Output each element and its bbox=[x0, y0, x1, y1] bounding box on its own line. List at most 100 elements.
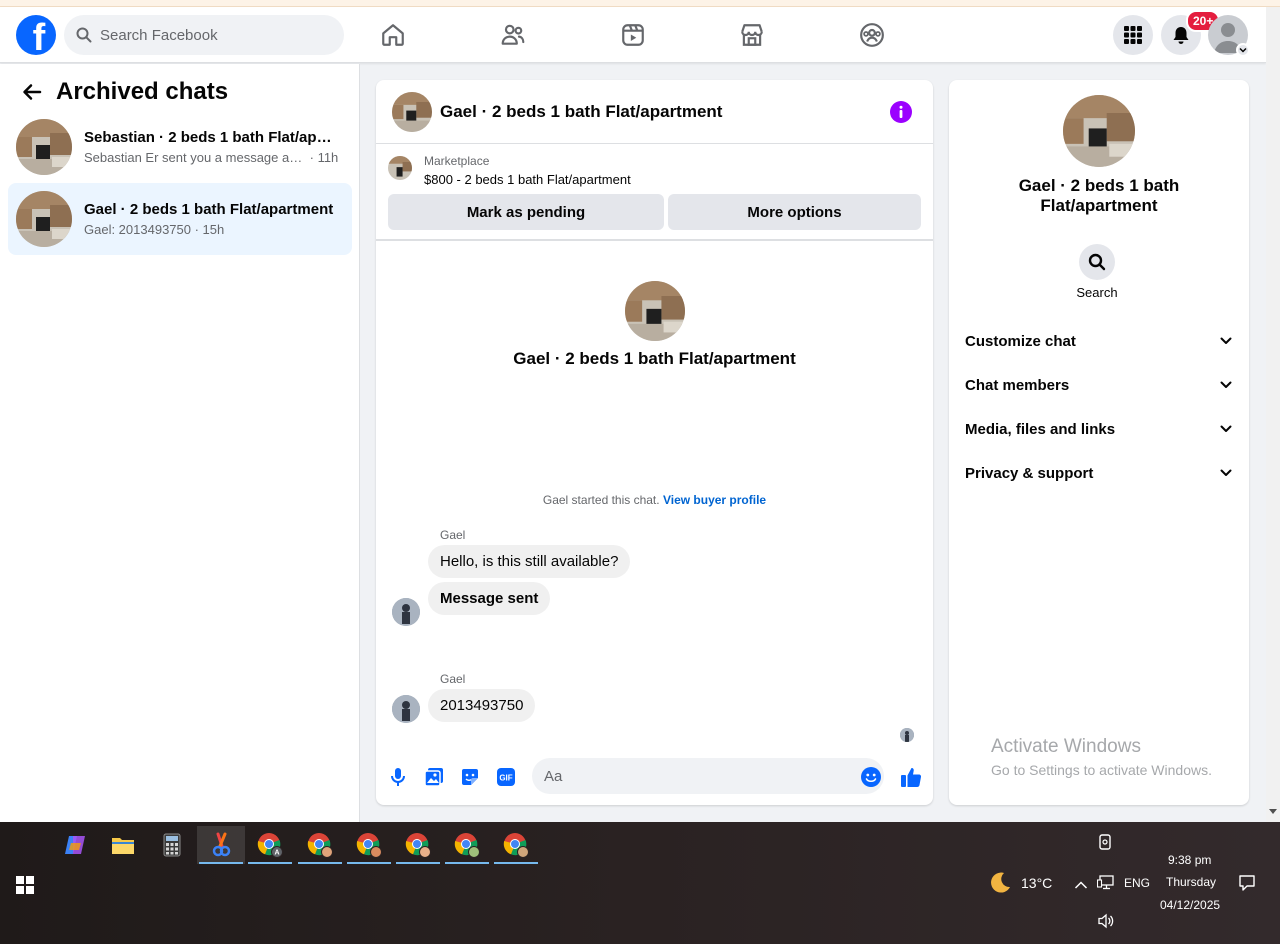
conversation-avatar[interactable] bbox=[392, 91, 432, 132]
menu-grid-button[interactable] bbox=[1113, 15, 1153, 55]
browser-top-strip bbox=[0, 0, 1280, 7]
calculator-icon[interactable] bbox=[148, 826, 196, 864]
windows-taskbar: A 13°C ENG 9:38 pm Thursday 04/12/2025 bbox=[0, 822, 1280, 944]
listing-price[interactable]: $800 - 2 beds 1 bath Flat/apartment bbox=[424, 172, 631, 187]
search-box[interactable]: Search Facebook bbox=[64, 15, 344, 55]
info-icon[interactable] bbox=[890, 101, 912, 123]
chrome-profile-6-icon[interactable] bbox=[492, 826, 540, 864]
message-bubble[interactable]: Hello, is this still available? bbox=[428, 545, 631, 578]
mark-pending-button[interactable]: Mark as pending bbox=[388, 194, 664, 230]
emoji-icon[interactable] bbox=[860, 766, 882, 788]
gif-icon[interactable]: GIF bbox=[495, 766, 517, 788]
svg-text:A: A bbox=[274, 850, 279, 857]
message-bubble[interactable]: 2013493750 bbox=[428, 689, 536, 722]
section-label: Privacy & support bbox=[965, 464, 1094, 482]
customize-chat-section[interactable]: Customize chat bbox=[957, 321, 1241, 361]
back-button[interactable] bbox=[16, 76, 48, 108]
chat-item-gael[interactable]: Gael · 2 beds 1 bath Flat/apartment Gael… bbox=[8, 183, 352, 255]
sender-avatar[interactable] bbox=[392, 598, 420, 626]
video-icon[interactable] bbox=[617, 19, 649, 51]
intro-avatar bbox=[625, 281, 685, 341]
chrome-profile-4-icon[interactable] bbox=[394, 826, 442, 864]
facebook-logo[interactable]: f bbox=[16, 15, 56, 55]
details-title: Gael · 2 beds 1 bath Flat/apartment bbox=[1018, 176, 1180, 215]
chevron-down-icon[interactable] bbox=[1236, 43, 1250, 57]
media-files-links-section[interactable]: Media, files and links bbox=[957, 409, 1241, 449]
details-avatar bbox=[1063, 95, 1135, 167]
chrome-profile-1-icon[interactable]: A bbox=[246, 826, 294, 864]
clock-day[interactable]: Thursday bbox=[1166, 875, 1216, 889]
sticker-icon[interactable] bbox=[459, 766, 481, 788]
meet-now-icon[interactable] bbox=[1097, 834, 1115, 855]
chevron-up-icon[interactable] bbox=[1074, 877, 1088, 895]
network-icon[interactable] bbox=[1096, 874, 1115, 895]
file-explorer-icon[interactable] bbox=[99, 826, 147, 864]
home-icon[interactable] bbox=[377, 19, 409, 51]
chat-title: Sebastian · 2 beds 1 bath Flat/apartment bbox=[84, 129, 339, 146]
details-search-label: Search bbox=[1076, 285, 1118, 300]
started-text: Gael started this chat. bbox=[542, 493, 660, 507]
chevron-down-icon bbox=[1220, 381, 1232, 388]
conversation-panel: Gael · 2 beds 1 bath Flat/apartment Mark… bbox=[376, 80, 933, 805]
chrome-profile-3-icon[interactable] bbox=[345, 826, 393, 864]
conversation-title[interactable]: Gael · 2 beds 1 bath Flat/apartment bbox=[440, 102, 722, 122]
search-icon bbox=[1088, 253, 1106, 271]
top-navbar: f Search Facebook 20+ bbox=[0, 7, 1266, 63]
like-thumb-icon[interactable] bbox=[899, 766, 923, 788]
page-title: Archived chats bbox=[56, 78, 229, 105]
chat-item-sebastian[interactable]: Sebastian · 2 beds 1 bath Flat/apartment… bbox=[8, 111, 352, 183]
message-sender: Gael bbox=[440, 528, 466, 542]
listing-thumbnail bbox=[16, 191, 72, 247]
chat-snippet: Gael: 2013493750 bbox=[84, 222, 191, 237]
message-composer: GIF bbox=[376, 756, 933, 798]
friends-icon[interactable] bbox=[497, 19, 529, 51]
archived-chats-sidebar: Archived chats Sebastian · 2 beds 1 bath… bbox=[0, 64, 360, 822]
volume-icon[interactable] bbox=[1097, 913, 1115, 934]
message-sender: Gael bbox=[440, 672, 466, 686]
chevron-down-icon bbox=[1220, 469, 1232, 476]
message-input[interactable] bbox=[532, 758, 884, 794]
view-buyer-profile-link[interactable]: View buyer profile bbox=[663, 493, 766, 507]
chat-members-section[interactable]: Chat members bbox=[957, 365, 1241, 405]
clock-time[interactable]: 9:38 pm bbox=[1168, 853, 1211, 867]
details-search-button[interactable] bbox=[1079, 244, 1115, 280]
grid-icon bbox=[1124, 26, 1142, 44]
photo-icon[interactable] bbox=[423, 766, 445, 788]
section-label: Media, files and links bbox=[965, 420, 1116, 438]
listing-thumbnail bbox=[16, 119, 72, 175]
intro-title: Gael · 2 beds 1 bath Flat/apartment bbox=[513, 349, 796, 368]
chrome-profile-5-icon[interactable] bbox=[443, 826, 491, 864]
listing-thumbnail bbox=[388, 156, 412, 180]
copilot-icon[interactable] bbox=[51, 826, 99, 864]
chat-details-panel: Gael · 2 beds 1 bath Flat/apartment Sear… bbox=[949, 80, 1249, 805]
page-scrollbar[interactable] bbox=[1266, 7, 1280, 822]
svg-text:GIF: GIF bbox=[499, 774, 512, 783]
chat-time: 11h bbox=[317, 150, 339, 165]
search-icon bbox=[76, 27, 92, 43]
groups-icon[interactable] bbox=[856, 19, 888, 51]
language-indicator[interactable]: ENG bbox=[1124, 876, 1150, 890]
chrome-profile-2-icon[interactable] bbox=[296, 826, 344, 864]
microphone-icon[interactable] bbox=[387, 766, 409, 788]
sidebar-header: Archived chats bbox=[16, 76, 228, 108]
weather-temp[interactable]: 13°C bbox=[1021, 875, 1052, 891]
marketplace-bar: Marketplace $800 - 2 beds 1 bath Flat/ap… bbox=[376, 144, 933, 241]
moon-weather-icon[interactable] bbox=[988, 871, 1012, 900]
more-options-button[interactable]: More options bbox=[668, 194, 921, 230]
chat-snippet: Sebastian Er sent you a message abo... bbox=[84, 150, 306, 165]
marketplace-icon[interactable] bbox=[736, 19, 768, 51]
message-bubble[interactable]: Message sent bbox=[428, 582, 551, 615]
notification-center-icon[interactable] bbox=[1238, 874, 1256, 897]
chat-started-note: Gael started this chat. View buyer profi… bbox=[376, 493, 933, 507]
arrow-left-icon bbox=[23, 84, 42, 100]
section-label: Customize chat bbox=[965, 332, 1076, 350]
scroll-down-arrow[interactable] bbox=[1269, 809, 1277, 814]
windows-start-icon[interactable] bbox=[16, 876, 34, 894]
search-input[interactable]: Search Facebook bbox=[100, 27, 218, 44]
snipping-tool-icon[interactable] bbox=[197, 826, 245, 864]
seen-indicator-avatar bbox=[900, 728, 914, 742]
sender-avatar[interactable] bbox=[392, 695, 420, 723]
clock-date[interactable]: 04/12/2025 bbox=[1160, 898, 1220, 912]
chevron-down-icon bbox=[1220, 425, 1232, 432]
privacy-support-section[interactable]: Privacy & support bbox=[957, 453, 1241, 493]
